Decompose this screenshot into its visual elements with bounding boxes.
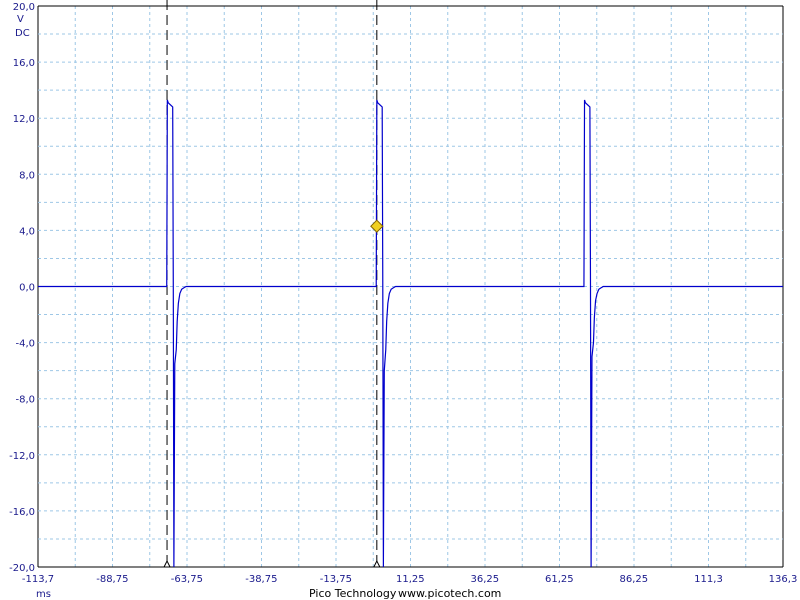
x-tick-label: -63,75: [171, 574, 203, 585]
x-tick-label: -88,75: [96, 574, 128, 585]
y-tick-label: -8,0: [15, 395, 35, 406]
x-unit-label: ms: [36, 589, 51, 600]
oscilloscope-chart: 20,0 16,0 12,0 8,0 4,0 0,0 -4,0 -8,0 -12,0 -16,0 -…: [0, 0, 800, 600]
y-tick-label: -20,0: [9, 563, 35, 574]
x-tick-label: -38,75: [245, 574, 277, 585]
x-tick-label: 111,3: [694, 574, 723, 585]
y-tick-label: 20,0: [13, 2, 35, 13]
y-tick-label: 12,0: [13, 114, 35, 125]
y-unit-label: V: [17, 14, 24, 25]
x-tick-label: 136,3: [769, 574, 798, 585]
y-tick-label: -16,0: [9, 507, 35, 518]
y-tick-label: -4,0: [15, 339, 35, 350]
footer-vendor: Pico Technology: [309, 587, 397, 600]
x-tick-label: 61,25: [545, 574, 574, 585]
x-tick-label: 11,25: [396, 574, 425, 585]
coupling-label: DC: [15, 28, 30, 39]
y-tick-label: -12,0: [9, 451, 35, 462]
x-tick-label: -113,7: [22, 574, 54, 585]
y-tick-label: 16,0: [13, 58, 35, 69]
y-tick-label: 8,0: [19, 170, 35, 181]
footer-url: www.picotech.com: [398, 587, 501, 600]
x-tick-label: 36,25: [471, 574, 500, 585]
x-tick-label: -13,75: [320, 574, 352, 585]
y-tick-label: 0,0: [19, 283, 35, 294]
x-tick-label: 86,25: [620, 574, 649, 585]
y-tick-label: 4,0: [19, 226, 35, 237]
